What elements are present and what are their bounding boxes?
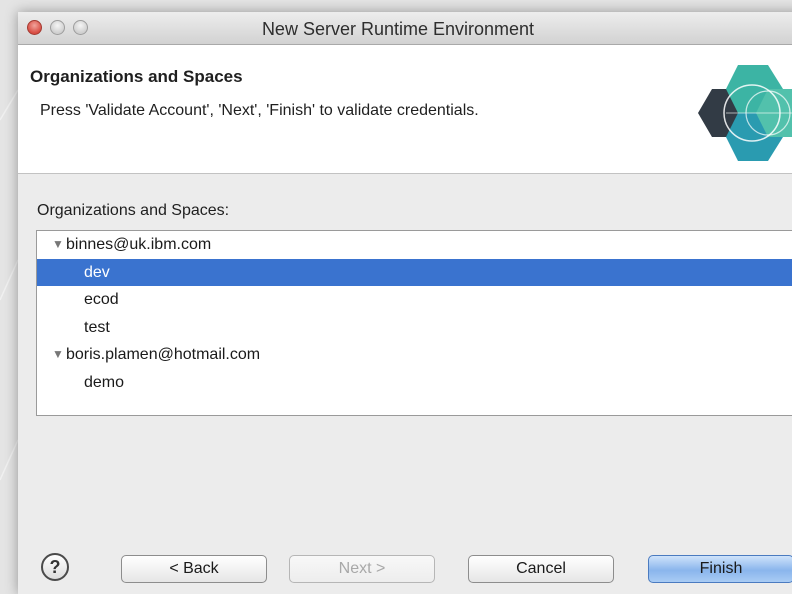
space-name: demo <box>84 373 125 391</box>
org-name: boris.plamen@hotmail.com <box>66 346 261 363</box>
help-icon[interactable]: ? <box>41 553 69 581</box>
tree-space-item[interactable]: test <box>37 314 792 342</box>
wizard-button-bar: ? < Back Next > Cancel Finish <box>18 516 792 594</box>
cancel-button[interactable]: Cancel <box>468 555 614 583</box>
next-button[interactable]: Next > <box>289 555 435 583</box>
tree-space-item[interactable]: ecod <box>37 286 792 314</box>
org-name: binnes@uk.ibm.com <box>66 236 212 253</box>
expand-triangle-icon[interactable]: ▼ <box>52 231 66 259</box>
orgs-spaces-tree[interactable]: ▼ binnes@uk.ibm.com dev ecod test ▼ boris.… <box>36 230 792 416</box>
tree-org-item[interactable]: ▼ boris.plamen@hotmail.com <box>37 341 792 369</box>
wizard-header: Organizations and Spaces Press 'Validate… <box>18 45 792 174</box>
finish-button[interactable]: Finish <box>648 555 792 583</box>
space-name: dev <box>84 263 110 281</box>
bluemix-logo-icon <box>698 65 792 161</box>
tree-space-item[interactable]: demo <box>37 369 792 397</box>
title-bar[interactable]: New Server Runtime Environment <box>18 12 792 45</box>
tree-org-item[interactable]: ▼ binnes@uk.ibm.com <box>37 231 792 259</box>
tree-space-item[interactable]: dev <box>37 258 792 286</box>
dialog-window: New Server Runtime Environment Organizat… <box>18 12 792 594</box>
page-title: Organizations and Spaces <box>30 67 243 86</box>
space-name: ecod <box>84 291 119 308</box>
orgs-spaces-label: Organizations and Spaces: <box>37 202 230 219</box>
space-name: test <box>84 318 110 336</box>
back-button[interactable]: < Back <box>121 555 267 583</box>
page-description: Press 'Validate Account', 'Next', 'Finis… <box>40 102 479 119</box>
window-title: New Server Runtime Environment <box>261 19 535 39</box>
expand-triangle-icon[interactable]: ▼ <box>52 341 66 369</box>
